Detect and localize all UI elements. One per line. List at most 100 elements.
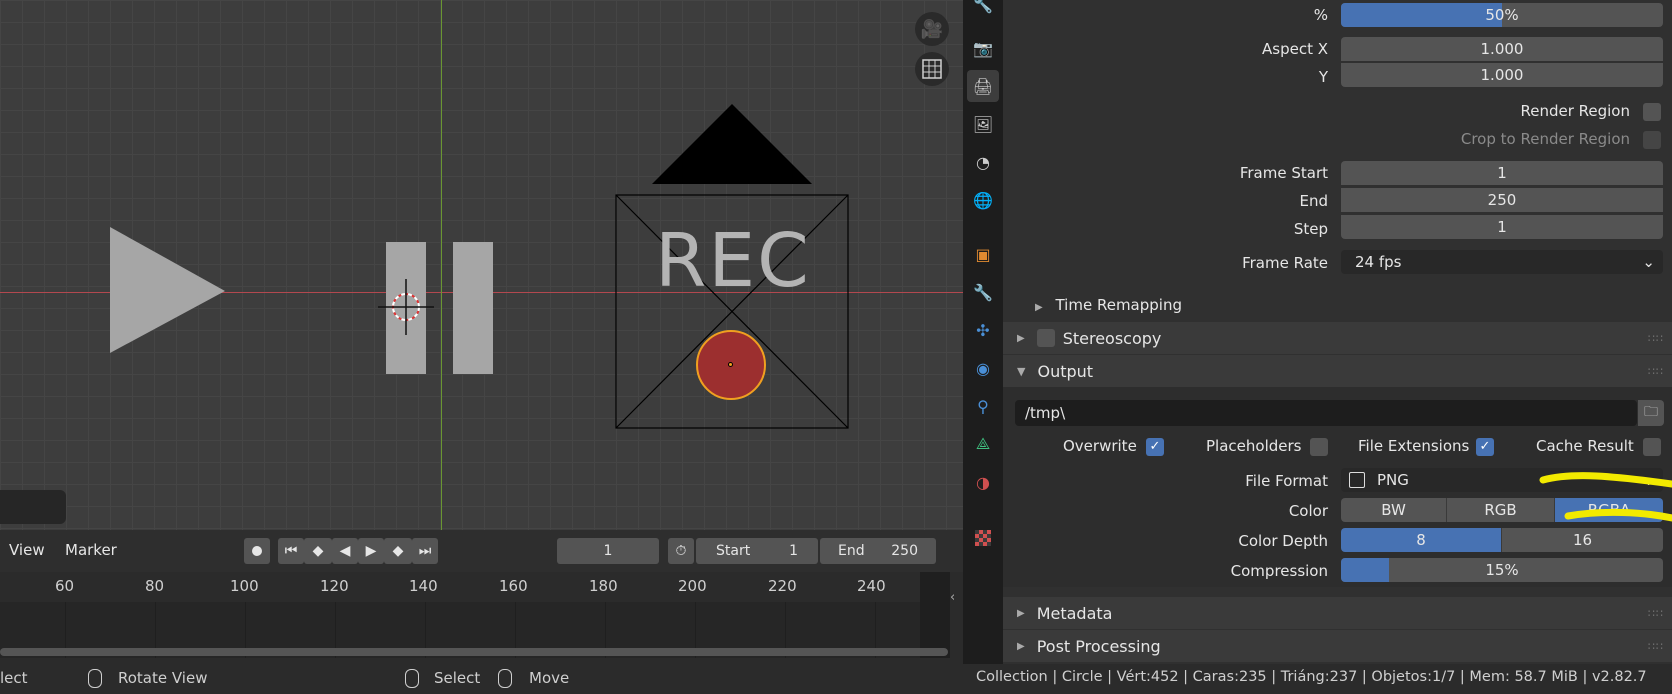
3d-viewport[interactable]: REC 🎥 [0, 0, 963, 530]
metadata-panel-header[interactable]: ▶ Metadata ∷∷ [1003, 597, 1672, 629]
current-frame-field[interactable]: 1 [557, 538, 659, 564]
drag-handle-icon[interactable]: ∷∷ [1648, 607, 1664, 620]
frame-start-field[interactable]: 1 [1341, 161, 1663, 185]
end-label: End [838, 543, 865, 559]
file-extensions-checkbox[interactable]: ✓ [1476, 438, 1494, 456]
end-frame-field[interactable]: End 250 [820, 538, 936, 564]
drag-handle-icon[interactable]: ∷∷ [1648, 365, 1664, 378]
tab-constraints[interactable]: ⚲ [967, 390, 999, 422]
physics-icon: ◉ [976, 358, 990, 378]
record-icon [252, 546, 262, 556]
play-shape[interactable] [105, 225, 230, 355]
crop-region-checkbox[interactable] [1643, 131, 1661, 149]
tab-texture[interactable] [967, 522, 999, 554]
folder-icon: 🗀 [1644, 404, 1658, 420]
operator-panel[interactable] [0, 490, 66, 524]
stereoscopy-panel-header[interactable]: ▶ Stereoscopy ∷∷ [1003, 322, 1672, 354]
tab-world[interactable]: 🌐 [967, 184, 999, 216]
play-reverse-button[interactable]: ◀ [332, 538, 358, 564]
output-path-value: /tmp\ [1025, 404, 1066, 422]
menu-view[interactable]: View [9, 541, 45, 559]
rec-text[interactable]: REC [655, 218, 815, 304]
timeline[interactable]: View Marker ⏮ ◆ ◀ ▶ ◆ ⏭ 1 ⏱ Start 1 End … [0, 530, 963, 664]
tool-icon: 🔧 [973, 0, 993, 14]
next-keyframe-button[interactable]: ◆ [384, 538, 412, 564]
status-select: Select [434, 669, 481, 687]
prev-keyframe-button[interactable]: ◆ [304, 538, 332, 564]
overwrite-checkbox[interactable]: ✓ [1146, 438, 1164, 456]
timeline-body[interactable] [0, 572, 950, 658]
post-processing-panel-header[interactable]: ▶ Post Processing ∷∷ [1003, 630, 1672, 662]
stereoscopy-checkbox[interactable] [1036, 329, 1055, 347]
mesh-data-icon: ⟁ [975, 434, 991, 453]
frame-step-field[interactable]: 1 [1341, 215, 1663, 239]
camera-icon: 🎥 [920, 18, 944, 40]
render-region-checkbox[interactable] [1643, 103, 1661, 121]
particles-icon: ✣ [976, 320, 990, 340]
pause-bar-right[interactable] [453, 242, 493, 374]
tab-output[interactable]: 🖨 [967, 70, 999, 102]
cache-result-checkbox[interactable] [1643, 438, 1661, 456]
output-path-input[interactable]: /tmp\ [1015, 400, 1637, 426]
tab-object[interactable]: ▣ [967, 238, 999, 270]
tab-material[interactable]: ◑ [967, 466, 999, 498]
tab-scene[interactable]: ◔ [967, 146, 999, 178]
file-format-value: PNG [1377, 471, 1409, 489]
printer-icon: 🖨 [972, 76, 994, 96]
view-layer-icon: 🖼 [972, 114, 994, 134]
drag-handle-icon[interactable]: ∷∷ [1648, 640, 1664, 653]
preview-range-button[interactable]: ⏱ [668, 538, 694, 564]
aspect-y-field[interactable]: 1.000 [1341, 63, 1663, 87]
time-remapping-header[interactable]: ▶ Time Remapping [1035, 296, 1182, 314]
status-info: Collection | Circle | Vért:452 | Caras:2… [976, 669, 1647, 685]
texture-icon [975, 530, 991, 546]
tab-physics[interactable]: ◉ [967, 352, 999, 384]
aspect-x-field[interactable]: 1.000 [1341, 37, 1663, 61]
origin-point [728, 362, 733, 367]
jump-start-icon: ⏮ [284, 543, 298, 559]
sidebar-collapse-arrow[interactable]: ‹ [950, 590, 955, 605]
resolution-percent-slider[interactable]: 50% [1341, 3, 1663, 27]
render-icon: 📷 [973, 38, 993, 58]
tab-modifiers[interactable]: 🔧 [967, 276, 999, 308]
output-panel-header[interactable]: ▼ Output ∷∷ [1003, 355, 1672, 387]
ortho-toggle-button[interactable] [915, 52, 949, 86]
tab-view-layer[interactable]: 🖼 [967, 108, 999, 140]
tab-data[interactable]: ⟁ [967, 428, 999, 460]
3d-cursor-icon[interactable] [378, 279, 438, 339]
camera-view-button[interactable]: 🎥 [915, 12, 949, 46]
jump-end-button[interactable]: ⏭ [412, 538, 438, 564]
drag-handle-icon[interactable]: ∷∷ [1648, 332, 1664, 345]
mouse-middle-icon [88, 669, 102, 688]
overwrite-label: Overwrite [1063, 437, 1137, 455]
menu-marker[interactable]: Marker [65, 541, 117, 559]
status-move: Move [529, 669, 570, 687]
prev-keyframe-icon: ◆ [312, 543, 324, 559]
play-reverse-icon: ◀ [339, 543, 351, 559]
start-frame-field[interactable]: Start 1 [696, 538, 818, 564]
frame-end-field[interactable]: 250 [1341, 188, 1663, 212]
tick-label: 120 [320, 577, 349, 595]
tick-label: 180 [589, 577, 618, 595]
cache-result-label: Cache Result [1536, 437, 1634, 455]
frame-rate-label: Frame Rate [1242, 254, 1328, 272]
color-bw-button[interactable]: BW [1341, 498, 1447, 522]
placeholders-checkbox[interactable] [1310, 438, 1328, 456]
mouse-left-icon [405, 669, 419, 688]
play-button[interactable]: ▶ [358, 538, 384, 564]
frame-rate-dropdown[interactable]: 24 fps ⌄ [1341, 250, 1663, 274]
depth-8-button[interactable]: 8 [1341, 528, 1502, 552]
stereoscopy-label: Stereoscopy [1062, 328, 1162, 348]
timeline-scrollbar[interactable] [0, 648, 948, 656]
tab-particles[interactable]: ✣ [967, 314, 999, 346]
timeline-ruler[interactable]: 60 80 100 120 140 160 180 200 220 240 [0, 572, 950, 602]
stopwatch-icon: ⏱ [675, 543, 687, 559]
y-axis-line [441, 0, 442, 530]
tab-tool[interactable]: 🔧 [967, 0, 999, 20]
jump-start-button[interactable]: ⏮ [278, 538, 304, 564]
percent-value: 50% [1485, 6, 1519, 24]
tab-render[interactable]: 📷 [967, 32, 999, 64]
compression-slider[interactable]: 15% [1341, 558, 1663, 582]
auto-keying-button[interactable] [244, 538, 270, 564]
browse-folder-button[interactable]: 🗀 [1638, 400, 1664, 426]
